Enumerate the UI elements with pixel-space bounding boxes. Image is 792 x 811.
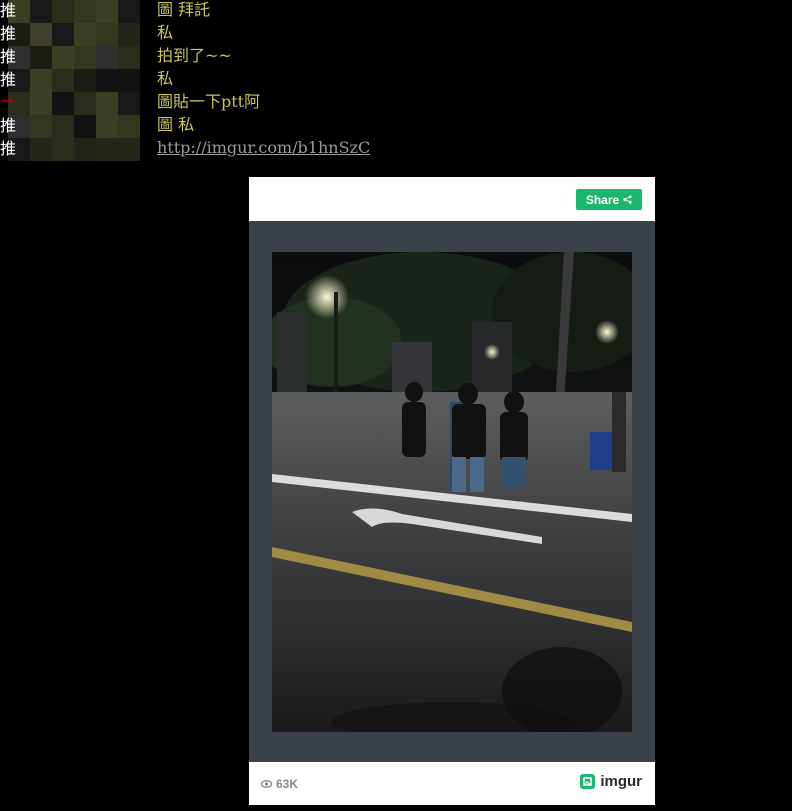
push-comment: 推 圖 私 — [0, 115, 792, 138]
push-comment: 推 拍到了~~ — [0, 46, 792, 69]
push-comment-text: 拍到了~~ — [157, 46, 232, 65]
embed-footer: 63K imgur — [249, 762, 655, 805]
push-tag: 推 — [0, 1, 17, 20]
push-tag: 推 — [0, 24, 17, 43]
push-comment-text: 私 — [157, 23, 174, 42]
imgur-brand-link[interactable]: imgur — [580, 773, 642, 790]
push-tag: 推 — [0, 47, 17, 66]
view-count-value: 63K — [276, 777, 299, 791]
share-button[interactable]: Share — [576, 189, 642, 210]
arrow-tag: → — [0, 91, 14, 110]
embed-image-area — [249, 221, 655, 762]
push-comment: → 圖貼一下ptt阿 — [0, 92, 792, 115]
eye-icon — [261, 780, 272, 788]
imgur-link[interactable]: http://imgur.com/b1hnSzC — [157, 138, 370, 157]
push-comment-text: http://imgur.com/b1hnSzC — [157, 138, 370, 158]
embed-header: Share — [249, 177, 655, 221]
push-comment: 推 http://imgur.com/b1hnSzC — [0, 138, 792, 161]
view-count: 63K — [261, 777, 298, 791]
push-comment-text: 圖貼一下ptt阿 — [157, 92, 261, 111]
imgur-embed: Share 63K imgur — [249, 177, 655, 805]
imgur-brand-label: imgur — [600, 773, 642, 790]
imgur-logo-icon — [580, 774, 596, 789]
push-comment-text: 圖 拜託 — [157, 0, 211, 19]
push-comment: 推 私 — [0, 23, 792, 46]
share-label: Share — [585, 192, 620, 207]
push-tag: 推 — [0, 116, 17, 135]
push-tag: 推 — [0, 139, 17, 158]
share-icon — [623, 195, 632, 204]
street-night-photo[interactable] — [272, 252, 632, 732]
push-tag: 推 — [0, 70, 17, 89]
push-comment-text: 私 — [157, 69, 174, 88]
push-comment: 推 圖 拜託 — [0, 0, 792, 23]
photo-scene — [272, 252, 632, 732]
push-comment-text: 圖 私 — [157, 115, 195, 134]
push-comment: 推 私 — [0, 69, 792, 92]
